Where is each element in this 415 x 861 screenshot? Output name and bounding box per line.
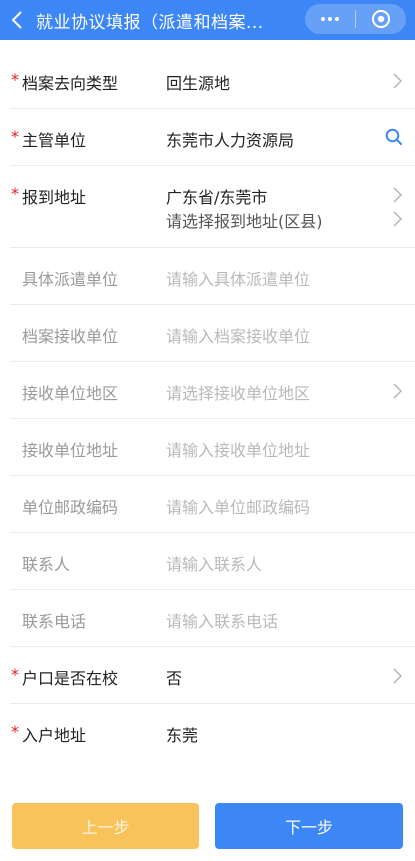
field-input[interactable]: 请输入档案接收单位	[166, 323, 310, 347]
field-value[interactable]: 东莞市人力资源局	[166, 127, 294, 151]
field-value[interactable]: 广东省/东莞市	[166, 184, 267, 208]
field-input[interactable]: 请选择接收单位地区	[166, 380, 310, 404]
field-label: 入户地址	[22, 726, 87, 745]
dot-icon	[321, 17, 325, 21]
form-row[interactable]: * 报到地址 广东省/东莞市 请选择报到地址(区县)	[10, 166, 415, 248]
next-step-button[interactable]: 下一步	[215, 803, 403, 849]
required-mark: *	[11, 184, 19, 203]
field-value[interactable]: 东莞	[166, 722, 198, 746]
chevron-right-icon	[393, 211, 402, 227]
page-title: 就业协议填报（派遣和档案...	[36, 12, 264, 33]
field-label: 档案去向类型	[22, 74, 119, 93]
required-mark: *	[11, 665, 19, 684]
field-label: 接收单位地区	[22, 384, 119, 403]
field-value[interactable]: 回生源地	[166, 70, 230, 94]
chevron-right-icon	[393, 668, 402, 684]
form-row[interactable]: 接收单位地区 请选择接收单位地区	[10, 362, 415, 419]
field-input[interactable]: 请输入具体派遣单位	[166, 266, 310, 290]
field-label: 具体派遣单位	[22, 270, 119, 289]
district-select[interactable]: 请选择报到地址(区县)	[166, 208, 323, 232]
field-input[interactable]: 请输入联系人	[166, 551, 262, 575]
close-mini-program-button[interactable]	[356, 4, 406, 34]
form-row[interactable]: * 主管单位 东莞市人力资源局	[10, 109, 415, 166]
form-row[interactable]: 具体派遣单位 请输入具体派遣单位	[10, 248, 415, 305]
field-label: 档案接收单位	[22, 327, 119, 346]
back-button[interactable]	[0, 0, 34, 40]
form-row[interactable]: 联系电话 请输入联系电话	[10, 590, 415, 647]
form-row[interactable]: 档案接收单位 请输入档案接收单位	[10, 305, 415, 362]
chevron-right-icon	[393, 383, 402, 399]
chevron-right-icon	[393, 73, 402, 89]
field-label: 接收单位地址	[22, 441, 119, 460]
required-mark: *	[11, 722, 19, 741]
field-value[interactable]: 否	[166, 665, 182, 689]
more-button[interactable]	[305, 4, 355, 34]
field-label: 户口是否在校	[22, 669, 119, 688]
prev-step-button[interactable]: 上一步	[12, 803, 199, 849]
required-mark: *	[11, 70, 19, 89]
dot-icon	[335, 17, 339, 21]
target-icon	[372, 10, 390, 28]
field-label: 单位邮政编码	[22, 498, 119, 517]
nav-bar: 就业协议填报（派遣和档案...	[0, 0, 415, 40]
dispatch-form: * 档案去向类型 回生源地 * 主管单位 东莞市人力资源局 * 报到地址 广东省/东莞市 请选择报…	[0, 52, 415, 761]
field-input[interactable]: 请输入联系电话	[166, 608, 278, 632]
form-row[interactable]: * 档案去向类型 回生源地	[10, 52, 415, 109]
form-row[interactable]: * 入户地址 东莞	[10, 704, 415, 761]
chevron-left-icon	[11, 11, 22, 29]
chevron-right-icon	[393, 187, 402, 203]
field-input[interactable]: 请输入接收单位地址	[166, 437, 310, 461]
form-row[interactable]: * 户口是否在校 否	[10, 647, 415, 704]
form-row[interactable]: 单位邮政编码 请输入单位邮政编码	[10, 476, 415, 533]
form-row[interactable]: 接收单位地址 请输入接收单位地址	[10, 419, 415, 476]
form-row[interactable]: 联系人 请输入联系人	[10, 533, 415, 590]
field-label: 联系人	[22, 555, 71, 574]
field-label: 联系电话	[22, 612, 87, 631]
field-input[interactable]: 请输入单位邮政编码	[166, 494, 310, 518]
mini-program-capsule	[305, 4, 406, 34]
field-label: 报到地址	[22, 188, 87, 207]
required-mark: *	[11, 127, 19, 146]
field-label: 主管单位	[22, 131, 87, 150]
search-icon[interactable]	[385, 128, 403, 146]
dot-icon	[328, 17, 332, 21]
